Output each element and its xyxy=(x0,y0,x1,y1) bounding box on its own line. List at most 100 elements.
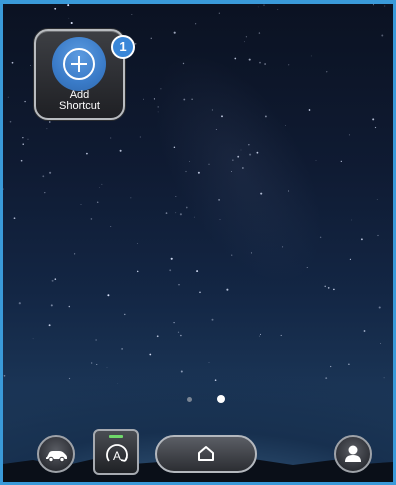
star xyxy=(143,98,144,100)
star xyxy=(150,37,153,40)
star xyxy=(197,171,200,174)
page-indicator-dot-1[interactable] xyxy=(187,397,192,402)
star xyxy=(264,63,266,65)
star xyxy=(169,269,172,272)
star xyxy=(175,212,177,214)
star xyxy=(231,171,232,172)
star xyxy=(180,334,182,337)
star xyxy=(288,190,290,192)
auto-mode-indicator xyxy=(109,435,123,438)
star xyxy=(107,294,110,297)
star xyxy=(377,234,379,237)
star xyxy=(173,321,175,324)
star xyxy=(175,196,177,197)
star xyxy=(95,339,97,341)
star xyxy=(80,203,82,206)
star xyxy=(136,270,139,273)
star xyxy=(215,129,217,130)
star xyxy=(68,377,71,380)
star xyxy=(96,364,98,365)
star xyxy=(110,137,112,139)
star xyxy=(330,365,332,368)
star xyxy=(50,304,53,307)
star xyxy=(240,149,242,151)
star xyxy=(134,42,137,45)
star xyxy=(360,238,363,241)
star xyxy=(372,118,375,121)
star xyxy=(384,5,386,7)
star xyxy=(44,191,46,194)
star xyxy=(51,279,54,282)
star xyxy=(208,163,210,165)
star xyxy=(189,161,190,162)
star xyxy=(178,284,180,286)
star xyxy=(348,134,350,136)
star xyxy=(11,61,14,64)
star xyxy=(157,111,159,113)
star xyxy=(3,188,4,190)
star xyxy=(177,331,180,333)
star xyxy=(348,363,350,365)
star xyxy=(308,109,311,111)
star xyxy=(110,226,112,227)
car-icon xyxy=(46,451,67,463)
star xyxy=(218,12,220,14)
page-indicator-dot-2-active[interactable] xyxy=(217,395,225,403)
star xyxy=(137,243,138,244)
star xyxy=(248,58,251,61)
star xyxy=(91,362,93,364)
star xyxy=(185,170,187,173)
star xyxy=(183,98,186,101)
star xyxy=(195,23,197,25)
star xyxy=(193,216,195,218)
star xyxy=(22,143,24,145)
star xyxy=(249,153,252,156)
home-screen: Add Shortcut 1 A xyxy=(3,4,393,482)
star xyxy=(96,201,99,204)
star xyxy=(211,109,213,111)
star xyxy=(20,159,23,162)
star xyxy=(378,306,381,309)
star xyxy=(101,183,103,185)
star xyxy=(285,125,287,126)
star xyxy=(199,291,201,294)
star xyxy=(264,115,267,118)
star xyxy=(157,106,159,108)
user-profile-button[interactable] xyxy=(334,435,372,473)
star xyxy=(67,4,70,7)
star xyxy=(219,219,221,220)
vehicle-button[interactable] xyxy=(37,435,75,473)
add-shortcut-label: Add Shortcut xyxy=(36,90,123,112)
star xyxy=(165,212,168,214)
star xyxy=(324,285,326,288)
star xyxy=(185,206,188,209)
star xyxy=(208,362,210,363)
star xyxy=(42,175,45,178)
star xyxy=(106,367,108,368)
callout-badge: 1 xyxy=(111,35,135,59)
star xyxy=(7,96,9,98)
home-button[interactable] xyxy=(155,435,257,473)
star xyxy=(306,266,308,268)
star xyxy=(160,88,162,90)
star xyxy=(258,32,261,34)
star xyxy=(248,144,250,146)
star xyxy=(231,254,233,256)
auto-mode-icon: A xyxy=(106,444,128,463)
star xyxy=(32,338,34,340)
star xyxy=(250,252,252,254)
star xyxy=(310,55,312,57)
star xyxy=(49,171,52,174)
star xyxy=(280,334,282,336)
star xyxy=(119,149,122,152)
star xyxy=(244,41,245,43)
star xyxy=(327,287,330,289)
star xyxy=(99,187,101,188)
star xyxy=(173,31,176,34)
star xyxy=(256,151,259,154)
auto-mode-button[interactable]: A xyxy=(93,429,139,475)
star xyxy=(381,34,384,37)
add-shortcut-label-line2: Shortcut xyxy=(59,100,100,112)
star xyxy=(214,379,217,382)
star xyxy=(179,213,182,216)
